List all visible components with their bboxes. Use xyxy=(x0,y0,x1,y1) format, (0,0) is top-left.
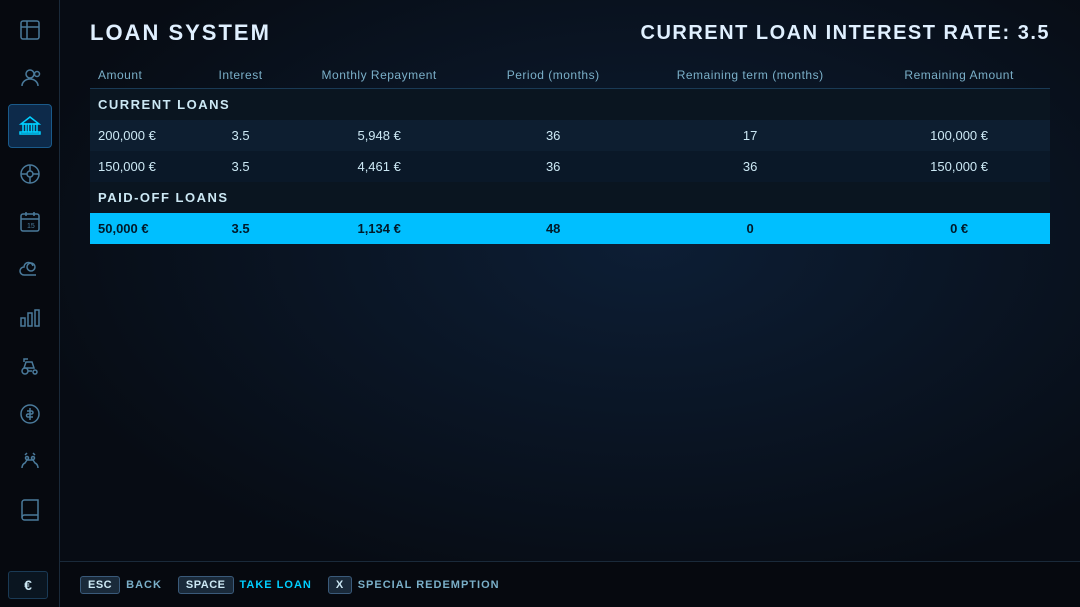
sidebar-item-weather[interactable] xyxy=(8,248,52,292)
svg-text:15: 15 xyxy=(27,223,35,230)
sidebar-item-bank[interactable] xyxy=(8,104,52,148)
col-remaining-term: Remaining term (months) xyxy=(632,62,868,89)
sidebar-item-guide[interactable] xyxy=(8,488,52,532)
row3-remaining-term: 0 xyxy=(632,213,868,244)
loan-table: Amount Interest Monthly Repayment Period… xyxy=(90,62,1050,244)
sidebar-item-finance[interactable] xyxy=(8,392,52,436)
header-row: LOAN SYSTEM CURRENT LOAN INTEREST RATE: … xyxy=(90,20,1050,46)
col-remaining-amount: Remaining Amount xyxy=(868,62,1050,89)
special-redemption-button[interactable]: X SPECIAL REDEMPTION xyxy=(328,576,500,594)
row1-interest: 3.5 xyxy=(197,120,284,151)
col-interest: Interest xyxy=(197,62,284,89)
esc-key-badge: ESC xyxy=(80,576,120,594)
table-header-row: Amount Interest Monthly Repayment Period… xyxy=(90,62,1050,89)
col-period: Period (months) xyxy=(474,62,632,89)
sidebar-item-map[interactable] xyxy=(8,8,52,52)
page-title: LOAN SYSTEM xyxy=(90,20,271,46)
table-row: 150,000 € 3.5 4,461 € 36 36 150,000 € xyxy=(90,151,1050,182)
row1-period: 36 xyxy=(474,120,632,151)
row2-interest: 3.5 xyxy=(197,151,284,182)
row3-interest: 3.5 xyxy=(197,213,284,244)
row2-monthly: 4,461 € xyxy=(284,151,474,182)
back-label: BACK xyxy=(126,579,162,591)
esc-back-button[interactable]: ESC BACK xyxy=(80,576,162,594)
row1-remaining-amount: 100,000 € xyxy=(868,120,1050,151)
row3-monthly: 1,134 € xyxy=(284,213,474,244)
col-monthly: Monthly Repayment xyxy=(284,62,474,89)
row2-remaining-term: 36 xyxy=(632,151,868,182)
special-redemption-label: SPECIAL REDEMPTION xyxy=(358,579,500,591)
sidebar: 15 xyxy=(0,0,60,607)
sidebar-item-stats[interactable] xyxy=(8,296,52,340)
table-row: 200,000 € 3.5 5,948 € 36 17 100,000 € xyxy=(90,120,1050,151)
row1-monthly: 5,948 € xyxy=(284,120,474,151)
space-key-badge: SPACE xyxy=(178,576,234,594)
section-current-loans-label: CURRENT LOANS xyxy=(90,89,1050,121)
row3-amount: 50,000 € xyxy=(90,213,197,244)
row3-remaining-amount: 0 € xyxy=(868,213,1050,244)
sidebar-item-calendar[interactable]: 15 xyxy=(8,200,52,244)
section-paid-off-loans: PAID-OFF LOANS xyxy=(90,182,1050,213)
take-loan-button[interactable]: SPACE TAKE LOAN xyxy=(178,576,312,594)
bottom-bar: ESC BACK SPACE TAKE LOAN X SPECIAL REDEM… xyxy=(60,561,1080,607)
sidebar-item-tractor[interactable] xyxy=(8,344,52,388)
take-loan-label: TAKE LOAN xyxy=(240,579,312,591)
row3-period: 48 xyxy=(474,213,632,244)
row2-period: 36 xyxy=(474,151,632,182)
row2-amount: 150,000 € xyxy=(90,151,197,182)
table-row: 50,000 € 3.5 1,134 € 48 0 0 € xyxy=(90,213,1050,244)
row2-remaining-amount: 150,000 € xyxy=(868,151,1050,182)
sidebar-item-vehicles[interactable] xyxy=(8,152,52,196)
sidebar-item-animals[interactable] xyxy=(8,440,52,484)
section-current-loans: CURRENT LOANS xyxy=(90,89,1050,121)
col-amount: Amount xyxy=(90,62,197,89)
row1-remaining-term: 17 xyxy=(632,120,868,151)
x-key-badge: X xyxy=(328,576,352,594)
main-content: LOAN SYSTEM CURRENT LOAN INTEREST RATE: … xyxy=(60,0,1080,607)
sidebar-item-community[interactable] xyxy=(8,56,52,100)
euro-badge: € xyxy=(8,571,48,599)
row1-amount: 200,000 € xyxy=(90,120,197,151)
section-paid-off-loans-label: PAID-OFF LOANS xyxy=(90,182,1050,213)
interest-rate-label: CURRENT LOAN INTEREST RATE: 3.5 xyxy=(641,22,1050,45)
